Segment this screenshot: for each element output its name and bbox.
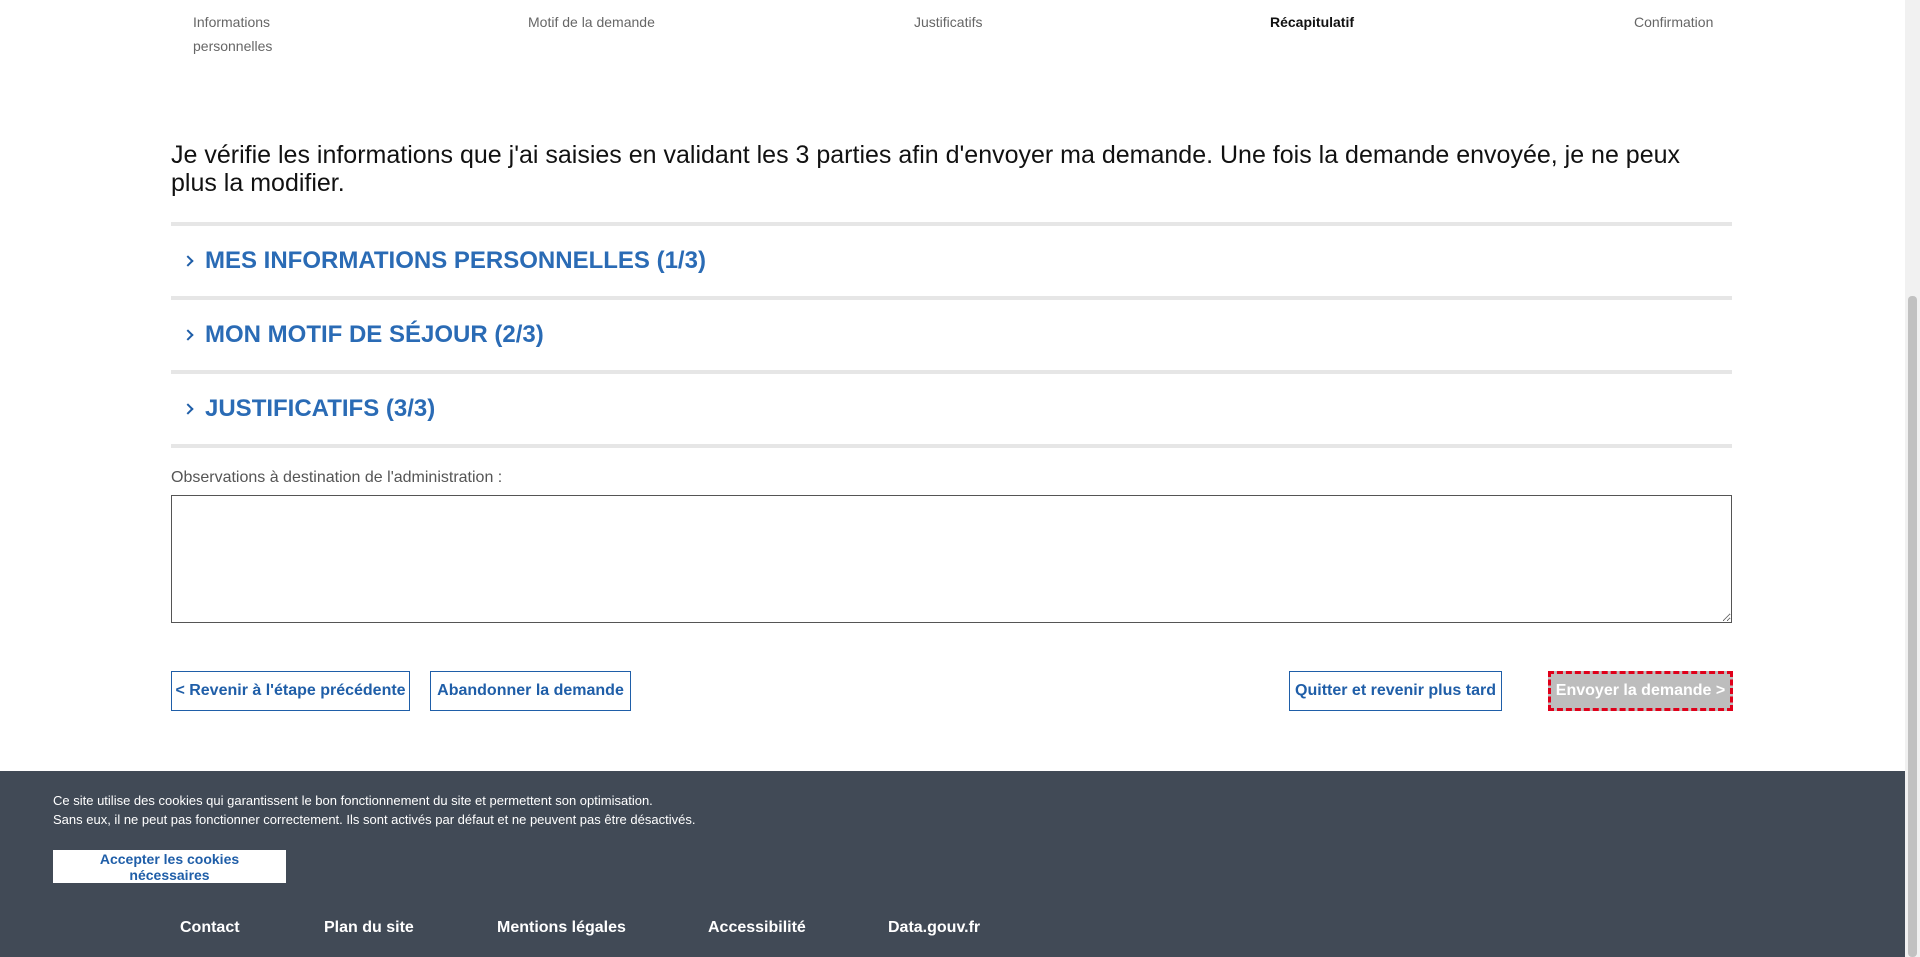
accordion-title: MON MOTIF DE SÉJOUR (2/3) — [205, 321, 544, 348]
chevron-right-icon — [183, 255, 195, 267]
step-label-line2: personnelles — [193, 38, 273, 54]
step-label: Motif de la demande — [528, 14, 655, 30]
step-label: Informations — [193, 14, 271, 30]
abandon-request-button[interactable]: Abandonner la demande — [430, 671, 631, 711]
previous-step-button[interactable]: < Revenir à l'étape précédente — [171, 671, 410, 711]
accordion-title: JUSTIFICATIFS (3/3) — [205, 395, 436, 422]
observations-textarea[interactable] — [171, 495, 1732, 623]
progress-stepper: Informations personnelles Motif de la de… — [0, 10, 1905, 60]
step-label: Justificatifs — [914, 14, 983, 30]
accept-cookies-button[interactable]: Accepter les cookies nécessaires — [53, 850, 286, 883]
page-scrollbar[interactable] — [1905, 0, 1920, 957]
step-label: Confirmation — [1634, 14, 1714, 30]
step-motif-demande: Motif de la demande — [528, 10, 655, 34]
send-request-button[interactable]: Envoyer la demande > — [1548, 671, 1733, 711]
accordion-personal-info[interactable]: MES INFORMATIONS PERSONNELLES (1/3) — [171, 222, 1732, 296]
accordion-motif-sejour[interactable]: MON MOTIF DE SÉJOUR (2/3) — [171, 296, 1732, 370]
footer-link-accessibility[interactable]: Accessibilité — [708, 919, 806, 937]
page-intro-text: Je vérifie les informations que j'ai sai… — [171, 141, 1681, 197]
accordion-justificatifs[interactable]: JUSTIFICATIFS (3/3) — [171, 370, 1732, 448]
observations-label: Observations à destination de l'administ… — [171, 469, 503, 486]
footer: Ce site utilise des cookies qui garantis… — [0, 771, 1905, 957]
accordion-title: MES INFORMATIONS PERSONNELLES (1/3) — [205, 247, 706, 274]
cookie-notice-line: Ce site utilise des cookies qui garantis… — [53, 793, 653, 808]
quit-later-button[interactable]: Quitter et revenir plus tard — [1289, 671, 1502, 711]
chevron-right-icon — [183, 403, 195, 415]
footer-link-legal[interactable]: Mentions légales — [497, 919, 626, 937]
step-confirmation: Confirmation — [1634, 10, 1713, 34]
footer-link-sitemap[interactable]: Plan du site — [324, 919, 414, 937]
scrollbar-thumb[interactable] — [1908, 296, 1917, 957]
cookie-notice-line: Sans eux, il ne peut pas fonctionner cor… — [53, 812, 696, 827]
cookie-notice: Ce site utilise des cookies qui garantis… — [53, 791, 695, 829]
step-informations-personnelles: Informations personnelles — [193, 10, 313, 58]
footer-link-contact[interactable]: Contact — [180, 919, 240, 937]
step-recapitulatif: Récapitulatif — [1270, 10, 1354, 34]
step-label: Récapitulatif — [1270, 14, 1355, 30]
recap-accordion: MES INFORMATIONS PERSONNELLES (1/3) MON … — [171, 222, 1732, 448]
footer-link-datagouv[interactable]: Data.gouv.fr — [888, 919, 980, 937]
step-justificatifs: Justificatifs — [914, 10, 982, 34]
chevron-right-icon — [183, 329, 195, 341]
footer-links: Contact Plan du site Mentions légales Ac… — [0, 919, 1905, 943]
